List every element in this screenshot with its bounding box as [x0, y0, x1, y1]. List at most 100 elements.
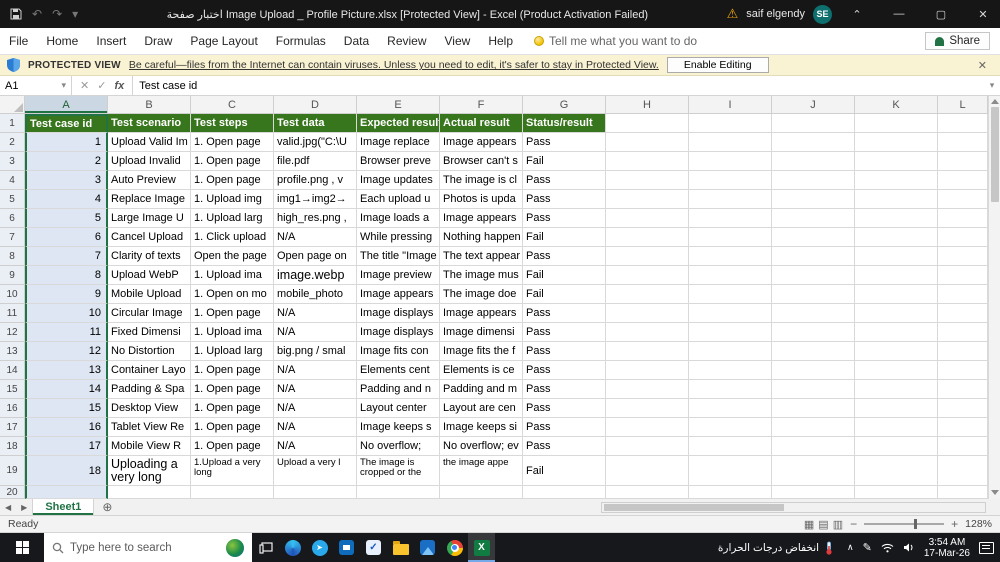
cell[interactable]: Image appears	[440, 209, 523, 228]
cell[interactable]	[772, 152, 855, 171]
cell[interactable]: 1. Open page	[191, 152, 274, 171]
cell[interactable]: Container Layo	[108, 361, 191, 380]
header-cell[interactable]: Expected result	[357, 114, 440, 133]
minimize-button[interactable]: —	[882, 0, 916, 28]
enable-editing-button[interactable]: Enable Editing	[666, 57, 769, 73]
wifi-icon[interactable]	[881, 543, 894, 553]
cell[interactable]: Pass	[523, 323, 606, 342]
cell[interactable]	[689, 418, 772, 437]
row-header-20[interactable]: 20	[0, 486, 25, 499]
name-box[interactable]: A1 ▾	[0, 76, 72, 95]
cell[interactable]: The text appear	[440, 247, 523, 266]
ribbon-display-options-icon[interactable]: ⌃	[840, 0, 874, 28]
cell[interactable]: Image displays	[357, 323, 440, 342]
cell[interactable]	[772, 456, 855, 486]
cell[interactable]: Pass	[523, 247, 606, 266]
tab-view[interactable]: View	[436, 28, 480, 54]
cell[interactable]: 1. Open page	[191, 133, 274, 152]
cell[interactable]	[855, 418, 938, 437]
cell[interactable]: Cancel Upload	[108, 228, 191, 247]
cell[interactable]	[938, 418, 988, 437]
cell[interactable]	[606, 228, 689, 247]
close-button[interactable]: ✕	[966, 0, 1000, 28]
activation-warning-icon[interactable]: ⚠	[727, 6, 739, 22]
cell[interactable]: Image preview	[357, 266, 440, 285]
cell[interactable]: Fail	[523, 266, 606, 285]
cell[interactable]	[938, 399, 988, 418]
cell[interactable]	[606, 247, 689, 266]
cell[interactable]: the image appe	[440, 456, 523, 486]
volume-icon[interactable]	[903, 542, 915, 553]
cell[interactable]: N/A	[274, 361, 357, 380]
cell[interactable]	[938, 323, 988, 342]
cell[interactable]: Pass	[523, 399, 606, 418]
cell[interactable]	[855, 323, 938, 342]
page-layout-view-icon[interactable]: ▤	[818, 518, 828, 531]
formula-input[interactable]: Test case id	[133, 76, 984, 95]
cell[interactable]	[606, 342, 689, 361]
row-header-6[interactable]: 6	[0, 209, 25, 228]
row-header-17[interactable]: 17	[0, 418, 25, 437]
cell[interactable]: profile.png , v	[274, 171, 357, 190]
cell[interactable]: N/A	[274, 437, 357, 456]
cell[interactable]	[689, 361, 772, 380]
cell[interactable]: 1. Open page	[191, 361, 274, 380]
cell[interactable]	[938, 380, 988, 399]
redo-icon[interactable]: ↷	[52, 7, 62, 21]
cell[interactable]	[938, 152, 988, 171]
cell[interactable]: 6	[25, 228, 108, 247]
cell[interactable]	[689, 304, 772, 323]
cell[interactable]	[689, 209, 772, 228]
cell[interactable]	[523, 486, 606, 499]
cell[interactable]	[938, 285, 988, 304]
cell[interactable]: 1. Open page	[191, 380, 274, 399]
cell[interactable]: The image mus	[440, 266, 523, 285]
cell[interactable]	[855, 399, 938, 418]
cell[interactable]: Image appears	[440, 133, 523, 152]
hidden-icons-chevron[interactable]: ∧	[847, 542, 854, 553]
cell[interactable]	[689, 285, 772, 304]
cell[interactable]: valid.jpg("C:\U	[274, 133, 357, 152]
enter-icon[interactable]: ✓	[97, 79, 106, 92]
insert-function-icon[interactable]: fx	[114, 80, 124, 92]
cell[interactable]: Nothing happen	[440, 228, 523, 247]
cell[interactable]	[938, 133, 988, 152]
horizontal-scrollbar[interactable]	[601, 502, 986, 513]
tab-formulas[interactable]: Formulas	[267, 28, 335, 54]
tab-review[interactable]: Review	[378, 28, 435, 54]
cell[interactable]: Padding & Spa	[108, 380, 191, 399]
cell[interactable]: N/A	[274, 304, 357, 323]
cancel-icon[interactable]: ✕	[80, 79, 89, 92]
zoom-slider[interactable]	[864, 519, 945, 529]
cell[interactable]	[772, 228, 855, 247]
cell[interactable]: The title "Image	[357, 247, 440, 266]
cell[interactable]	[855, 247, 938, 266]
cell[interactable]: Image appears	[440, 304, 523, 323]
zoom-level[interactable]: 128%	[965, 518, 992, 530]
header-cell[interactable]: Actual result	[440, 114, 523, 133]
cell[interactable]: No overflow; ev	[440, 437, 523, 456]
cell[interactable]	[855, 285, 938, 304]
protected-bar-close-icon[interactable]: ✕	[972, 59, 993, 72]
action-center-icon[interactable]	[979, 541, 994, 554]
formula-bar-expand-icon[interactable]: ▾	[984, 76, 1000, 95]
normal-view-icon[interactable]: ▦	[804, 518, 814, 531]
cell[interactable]: Image replace	[357, 133, 440, 152]
cell[interactable]	[772, 114, 855, 133]
avatar[interactable]: SE	[813, 4, 832, 24]
cell[interactable]: 1. Open page	[191, 171, 274, 190]
cell[interactable]	[357, 486, 440, 499]
cell[interactable]: Upload Invalid	[108, 152, 191, 171]
cell[interactable]	[689, 456, 772, 486]
cell[interactable]: Pass	[523, 418, 606, 437]
excel-taskbar-icon[interactable]: X	[468, 533, 495, 562]
pen-icon[interactable]: ✎	[863, 541, 872, 554]
cell[interactable]	[606, 361, 689, 380]
cell[interactable]: Pass	[523, 171, 606, 190]
row-header-12[interactable]: 12	[0, 323, 25, 342]
cell[interactable]: 1.Upload a very long	[191, 456, 274, 486]
cell[interactable]	[689, 380, 772, 399]
cell[interactable]: 8	[25, 266, 108, 285]
cell[interactable]: 15	[25, 399, 108, 418]
cell[interactable]	[689, 228, 772, 247]
